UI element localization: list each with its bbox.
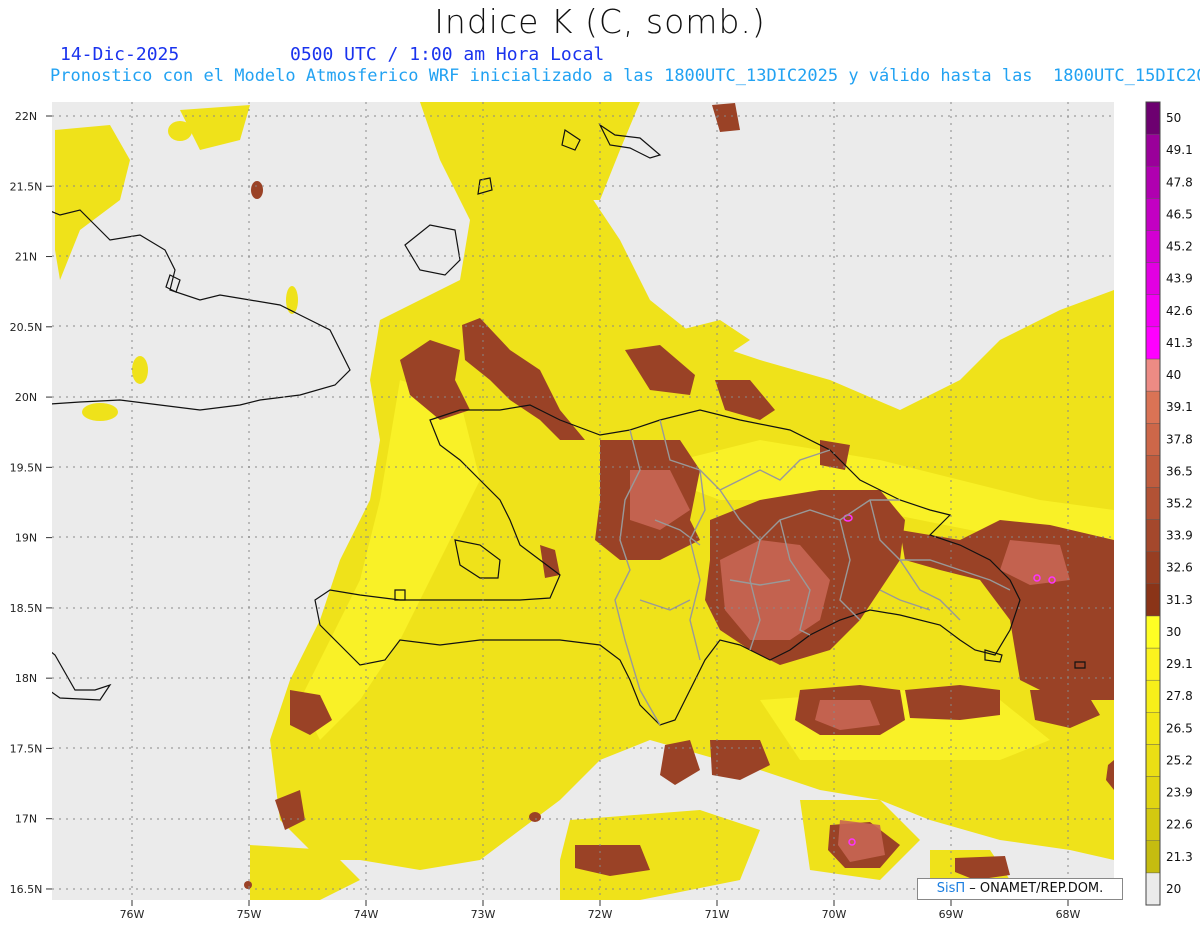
colorbar-swatch <box>1145 808 1161 841</box>
colorbar-swatch <box>1145 230 1161 263</box>
colorbar-swatch <box>1145 840 1161 874</box>
colorbar-label: 27.8 <box>1166 689 1193 703</box>
colorbar-swatch <box>1145 615 1161 649</box>
colorbar-swatch <box>1145 358 1161 392</box>
colorbar-label: 42.6 <box>1166 304 1193 318</box>
colorbar-swatch <box>1145 487 1161 520</box>
lat-label: 16.5N <box>10 883 43 896</box>
colorbar-label: 25.2 <box>1166 753 1193 767</box>
lat-label: 21N <box>15 251 37 264</box>
lat-label: 17.5N <box>10 742 43 755</box>
lon-label: 71W <box>705 908 730 921</box>
latitude-axis: 22N 21.5N 21N 20.5N 20N 19.5N 19N 18.5N 18N 17.5N… <box>10 110 52 896</box>
colorbar-swatch <box>1145 647 1161 681</box>
credit-text: – ONAMET/REP.DOM. <box>969 881 1104 896</box>
lon-label: 69W <box>939 908 964 921</box>
colorbar-swatch <box>1145 679 1161 713</box>
colorbar-swatch <box>1145 455 1161 488</box>
credit-brand: SisΠ <box>936 881 966 896</box>
colorbar-swatch <box>1145 101 1161 135</box>
lat-label: 18N <box>15 672 37 685</box>
colorbar-label: 23.9 <box>1166 786 1193 800</box>
colorbar-label: 39.1 <box>1166 400 1193 414</box>
colorbar-label: 36.5 <box>1166 464 1193 478</box>
longitude-axis: 76W 75W 74W 73W 72W 71W 70W 69W 68W <box>120 900 1081 921</box>
colorbar-label: 43.9 <box>1166 272 1193 286</box>
colorbar: 20 21.3 22.6 23.9 25.2 26.5 27.8 29.1 30 31.3 32.6… <box>1145 101 1193 906</box>
lon-label: 70W <box>822 908 847 921</box>
colorbar-label: 26.5 <box>1166 721 1193 735</box>
colorbar-swatch <box>1145 390 1161 424</box>
colorbar-label: 22.6 <box>1166 818 1193 832</box>
colorbar-swatch <box>1145 262 1161 295</box>
lat-label: 17N <box>15 813 37 826</box>
lat-label: 20.5N <box>10 321 43 334</box>
lat-label: 18.5N <box>10 602 43 615</box>
colorbar-label: 37.8 <box>1166 432 1193 446</box>
colorbar-label: 35.2 <box>1166 497 1193 511</box>
credit-box: SisΠ – ONAMET/REP.DOM. <box>917 878 1123 900</box>
colorbar-label: 29.1 <box>1166 657 1193 671</box>
lon-label: 75W <box>237 908 262 921</box>
colorbar-swatch <box>1145 423 1161 456</box>
lat-label: 19.5N <box>10 461 43 474</box>
colorbar-label: 50 <box>1166 111 1181 125</box>
colorbar-swatch <box>1145 198 1161 231</box>
colorbar-swatch <box>1145 326 1161 360</box>
colorbar-swatch <box>1145 776 1161 809</box>
colorbar-swatch <box>1145 133 1161 167</box>
lon-label: 76W <box>120 908 145 921</box>
colorbar-label: 33.9 <box>1166 529 1193 543</box>
colorbar-label: 46.5 <box>1166 207 1193 221</box>
colorbar-swatch <box>1145 583 1161 617</box>
colorbar-swatch <box>1145 294 1161 328</box>
lon-label: 73W <box>471 908 496 921</box>
colorbar-swatch <box>1145 712 1161 745</box>
lon-label: 74W <box>354 908 379 921</box>
colorbar-label: 49.1 <box>1166 143 1193 157</box>
lat-label: 22N <box>15 110 37 123</box>
colorbar-label: 20 <box>1166 882 1181 896</box>
lon-label: 68W <box>1056 908 1081 921</box>
colorbar-label: 21.3 <box>1166 850 1193 864</box>
k-index-map: 22N 21.5N 21N 20.5N 20N 19.5N 19N 18.5N 18N 17.5N… <box>10 101 1193 921</box>
colorbar-label: 32.6 <box>1166 561 1193 575</box>
colorbar-label: 45.2 <box>1166 240 1193 254</box>
colorbar-label: 30 <box>1166 625 1181 639</box>
lon-label: 72W <box>588 908 613 921</box>
colorbar-swatch <box>1145 519 1161 552</box>
colorbar-swatch <box>1145 551 1161 584</box>
colorbar-label: 41.3 <box>1166 336 1193 350</box>
colorbar-label: 31.3 <box>1166 593 1193 607</box>
colorbar-swatch <box>1145 872 1161 906</box>
lat-label: 21.5N <box>10 180 43 193</box>
lat-label: 20N <box>15 391 37 404</box>
lat-label: 19N <box>15 532 37 545</box>
colorbar-swatch <box>1145 166 1161 199</box>
colorbar-label: 40 <box>1166 368 1181 382</box>
colorbar-label: 47.8 <box>1166 175 1193 189</box>
colorbar-swatch <box>1145 744 1161 777</box>
